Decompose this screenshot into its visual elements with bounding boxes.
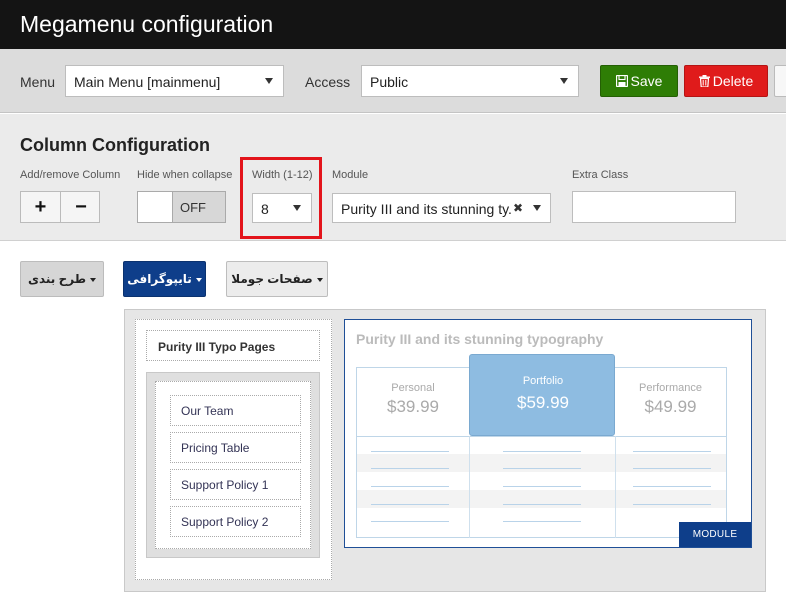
extra-class-input[interactable] — [572, 191, 736, 223]
module-label: Module — [332, 169, 369, 181]
save-icon — [615, 74, 628, 88]
page-title: Megamenu configuration — [20, 11, 274, 37]
feature-line — [371, 486, 449, 487]
plan-performance: Performance $49.99 — [615, 382, 726, 417]
menu-item-typography[interactable]: تایپوگرافی — [123, 261, 206, 297]
access-label: Access — [305, 74, 351, 90]
chevron-down-icon — [533, 205, 541, 211]
chevron-down-icon — [560, 78, 568, 84]
access-select[interactable]: Public — [361, 65, 579, 97]
menu-column[interactable]: Purity III Typo Pages Our Team Pricing T… — [135, 319, 332, 580]
access-select-value: Public — [370, 74, 409, 90]
feature-line — [633, 486, 711, 487]
megamenu-workspace: Purity III Typo Pages Our Team Pricing T… — [124, 309, 766, 592]
module-badge: MODULE — [679, 522, 751, 547]
feature-line — [633, 451, 711, 452]
add-remove-column-label: Add/remove Column — [20, 169, 121, 181]
module-preview-title: Purity III and its stunning typography — [356, 331, 604, 347]
plan-portfolio: Portfolio $59.99 — [470, 375, 616, 413]
delete-button-label: Delete — [712, 73, 754, 89]
menu-item-label: طرح بندی — [27, 272, 87, 286]
plan-personal: Personal $39.99 — [357, 382, 469, 417]
toggle-state: OFF — [180, 200, 206, 215]
submenu-container: Our Team Pricing Table Support Policy 1 … — [146, 372, 320, 558]
extra-class-label: Extra Class — [572, 169, 629, 181]
pricing-table-preview: Personal $39.99 Portfolio $59.99 Perform… — [356, 354, 727, 538]
column-divider — [469, 436, 470, 538]
column-stepper: + − — [20, 191, 100, 223]
trash-icon — [698, 75, 710, 88]
feature-line — [503, 451, 581, 452]
feature-line — [503, 486, 581, 487]
plan-name: Personal — [391, 382, 435, 394]
submenu-item-support-policy-1[interactable]: Support Policy 1 — [170, 469, 301, 500]
plan-price: $59.99 — [517, 393, 569, 412]
save-button[interactable]: Save — [600, 65, 678, 97]
submenu-item-pricing-table[interactable]: Pricing Table — [170, 432, 301, 463]
plan-price: $39.99 — [387, 397, 439, 416]
plan-name: Portfolio — [522, 375, 564, 387]
menu-item-layout[interactable]: طرح بندی — [20, 261, 104, 297]
plan-name: Performance — [639, 382, 702, 394]
title-bar: Megamenu configuration — [0, 0, 786, 49]
feature-line — [371, 521, 449, 522]
clear-icon[interactable]: ✖ — [513, 201, 523, 215]
feature-line — [371, 504, 449, 505]
submenu-item-support-policy-2[interactable]: Support Policy 2 — [170, 506, 301, 537]
column-group-header[interactable]: Purity III Typo Pages — [146, 330, 320, 361]
hide-when-collapse-label: Hide when collapse — [137, 169, 233, 181]
menu-select[interactable]: Main Menu [mainmenu] — [65, 65, 284, 97]
remove-column-button[interactable]: − — [61, 192, 101, 222]
hide-when-collapse-toggle[interactable]: OFF — [137, 191, 226, 223]
width-highlight-box — [240, 157, 322, 239]
save-button-label: Save — [630, 73, 663, 89]
feature-line — [633, 468, 711, 469]
caret-down-icon — [316, 277, 323, 282]
plan-portfolio-featured: Portfolio $59.99 — [469, 354, 615, 436]
menu-label: Menu — [20, 74, 56, 90]
feature-line — [503, 504, 581, 505]
menu-item-label: تایپوگرافی — [127, 272, 192, 286]
feature-line — [371, 451, 449, 452]
add-column-button[interactable]: + — [21, 192, 61, 222]
module-select-value: Purity III and its stunning ty. — [341, 201, 512, 217]
more-button[interactable] — [774, 65, 786, 97]
plan-price: $49.99 — [644, 397, 697, 416]
menu-item-label: صفحات جوملا — [231, 272, 313, 286]
column-divider — [615, 436, 616, 538]
feature-line — [371, 468, 449, 469]
toolbar: Menu Main Menu [mainmenu] Access Public … — [0, 49, 786, 113]
table-divider — [357, 436, 726, 437]
column-configuration-panel: Column Configuration Add/remove Column H… — [0, 114, 786, 241]
table-row-stripe — [357, 490, 726, 508]
chevron-down-icon — [265, 78, 273, 84]
caret-down-icon — [195, 277, 202, 282]
submenu-item-our-team[interactable]: Our Team — [170, 395, 301, 426]
module-column[interactable]: Purity III and its stunning typography P… — [344, 319, 752, 548]
feature-line — [503, 521, 581, 522]
menu-select-value: Main Menu [mainmenu] — [74, 74, 221, 90]
submenu-list: Our Team Pricing Table Support Policy 1 … — [155, 381, 311, 549]
table-row-stripe — [357, 454, 726, 472]
menu-item-joomla-pages[interactable]: صفحات جوملا — [226, 261, 328, 297]
feature-line — [503, 468, 581, 469]
feature-line — [633, 504, 711, 505]
caret-down-icon — [90, 277, 97, 282]
toggle-knob — [138, 192, 173, 222]
delete-button[interactable]: Delete — [684, 65, 768, 97]
column-configuration-heading: Column Configuration — [20, 135, 210, 155]
module-select[interactable]: Purity III and its stunning ty. ✖ — [332, 193, 551, 223]
